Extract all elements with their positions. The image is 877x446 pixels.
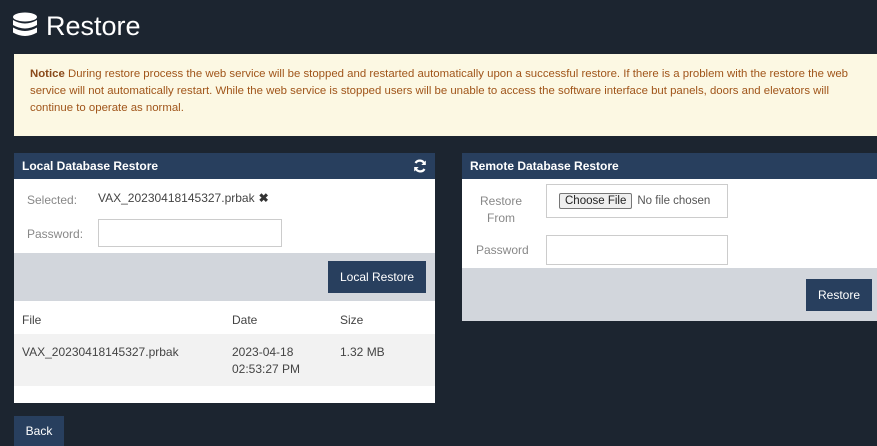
remote-panel-title: Remote Database Restore [470,159,619,173]
remote-restore-button[interactable]: Restore [806,279,872,311]
row-date: 2023-04-18 02:53:27 PM [232,345,301,376]
choose-file-button[interactable]: Choose File [559,193,633,209]
row-file: VAX_20230418145327.prbak [22,345,179,359]
back-button[interactable]: Back [14,416,64,446]
local-password-input[interactable] [98,219,282,247]
selected-label: Selected: [27,193,78,207]
notice-banner: Notice During restore process the web se… [14,54,877,136]
remote-password-label: Password [476,243,529,257]
row-size: 1.32 MB [340,345,385,359]
notice-label: Notice [30,68,65,80]
column-header-date[interactable]: Date [232,313,257,327]
column-header-file[interactable]: File [22,313,41,327]
remote-panel-header: Remote Database Restore [462,153,877,179]
local-restore-panel: Local Database Restore Selected: VAX_202… [14,153,435,403]
column-header-size[interactable]: Size [340,313,363,327]
remove-file-icon[interactable]: ✖ [259,191,269,205]
local-panel-header: Local Database Restore [14,153,435,179]
local-password-label: Password: [27,227,84,241]
no-file-text: No file chosen [637,195,711,207]
local-restore-button[interactable]: Local Restore [328,261,426,293]
refresh-icon[interactable] [413,159,427,173]
file-picker[interactable]: Choose File No file chosen [546,184,728,218]
restore-from-label: Restore From [479,194,523,225]
selected-file-name: VAX_20230418145327.prbak [98,191,255,205]
local-panel-title: Local Database Restore [22,159,159,173]
table-row[interactable]: VAX_20230418145327.prbak 2023-04-18 02:5… [14,334,435,386]
page-title: Restore [46,10,141,41]
page-header: Restore [0,0,877,52]
notice-text: During restore process the web service w… [30,68,848,114]
remote-password-input[interactable] [546,235,728,265]
selected-file: VAX_20230418145327.prbak ✖ [98,191,269,205]
remote-restore-panel: Remote Database Restore Restore From Cho… [462,153,877,321]
database-icon [13,12,37,36]
